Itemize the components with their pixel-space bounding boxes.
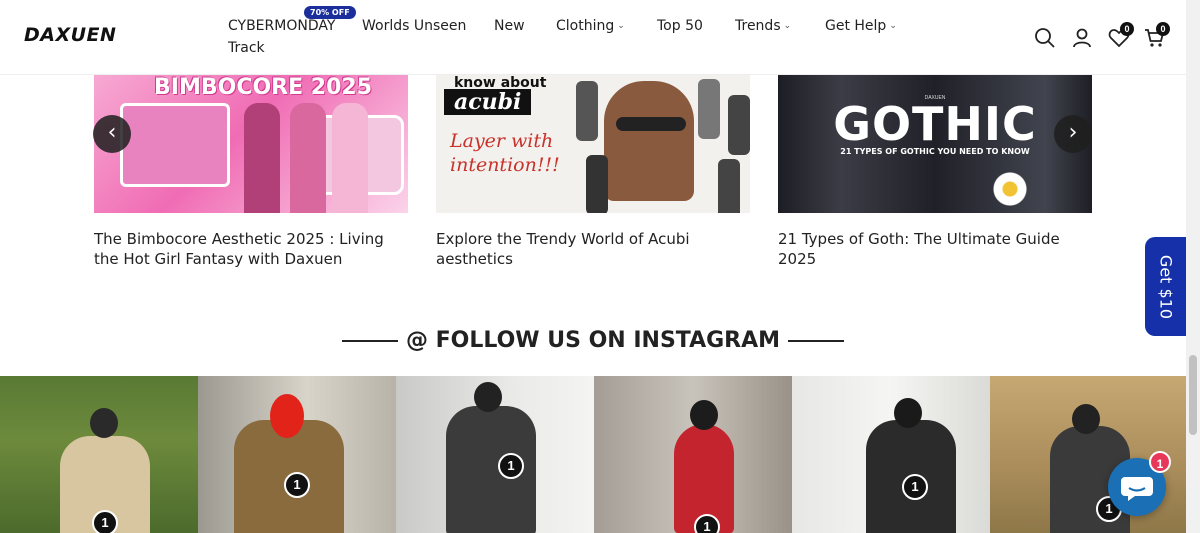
shop-pin[interactable]: 1 <box>902 474 928 500</box>
nav-top-50[interactable]: Top 50 <box>657 18 703 34</box>
nav-get-help[interactable]: Get Help ⌄ <box>825 18 897 34</box>
nav-cybermonday[interactable]: CYBERMONDAY <box>228 18 335 34</box>
blog-title[interactable]: Explore the Trendy World of Acubi aesthe… <box>436 229 750 269</box>
blog-title[interactable]: 21 Types of Goth: The Ultimate Guide 202… <box>778 229 1092 269</box>
nav-trends[interactable]: Trends ⌄ <box>735 18 791 34</box>
shop-pin[interactable]: 1 <box>694 514 720 533</box>
site-header: DAXUEN 70% OFF CYBERMONDAY Worlds Unseen… <box>0 0 1186 75</box>
shop-pin[interactable]: 1 <box>92 510 118 533</box>
sale-badge: 70% OFF <box>304 6 356 19</box>
cart-count: 0 <box>1156 22 1170 36</box>
blog-card[interactable]: BIMBOCORE 2025 The Bimbocore Aesthetic 2… <box>94 75 408 269</box>
shop-pin[interactable]: 1 <box>498 453 524 479</box>
nav-new[interactable]: New <box>494 18 525 34</box>
blog-image-bimbocore[interactable]: BIMBOCORE 2025 <box>94 75 408 213</box>
nav-clothing[interactable]: Clothing ⌄ <box>556 18 625 34</box>
blog-image-gothic[interactable]: DAXUEN GOTHIC 21 TYPES OF GOTHIC YOU NEE… <box>778 75 1092 213</box>
chevron-down-icon: ⌄ <box>889 21 897 31</box>
chevron-down-icon: ⌄ <box>617 21 625 31</box>
chat-unread-badge: 1 <box>1149 451 1171 473</box>
divider <box>788 340 844 342</box>
blog-card[interactable]: DAXUEN GOTHIC 21 TYPES OF GOTHIC YOU NEE… <box>778 75 1092 269</box>
blog-card[interactable]: know about acubi Layer with intention!!! … <box>436 75 750 269</box>
blog-title[interactable]: The Bimbocore Aesthetic 2025 : Living th… <box>94 229 408 269</box>
scrollbar-thumb[interactable] <box>1189 355 1197 435</box>
blog-image-acubi[interactable]: know about acubi Layer with intention!!! <box>436 75 750 213</box>
carousel-next-button[interactable]: › <box>1054 115 1092 153</box>
get-10-promo-tab[interactable]: Get $10 <box>1145 237 1186 336</box>
instagram-tile[interactable]: 1 <box>792 376 990 533</box>
carousel-prev-button[interactable]: ‹ <box>93 115 131 153</box>
chevron-left-icon: ‹ <box>107 120 117 145</box>
account-icon[interactable] <box>1070 26 1094 50</box>
nav-track[interactable]: Track <box>228 40 265 56</box>
page-scrollbar[interactable] <box>1186 0 1200 533</box>
instagram-heading: @ FOLLOW US ON INSTAGRAM <box>405 328 781 353</box>
nav-worlds-unseen[interactable]: Worlds Unseen <box>362 18 466 34</box>
shop-pin[interactable]: 1 <box>284 472 310 498</box>
chevron-right-icon: › <box>1068 120 1078 145</box>
search-icon[interactable] <box>1033 26 1057 50</box>
chevron-down-icon: ⌄ <box>783 21 792 31</box>
instagram-tile[interactable]: 1 <box>198 376 396 533</box>
instagram-tile[interactable]: 1 <box>594 376 792 533</box>
instagram-tile[interactable]: 1 <box>396 376 594 533</box>
instagram-tile[interactable]: 1 <box>0 376 198 533</box>
logo[interactable]: DAXUEN <box>24 24 116 46</box>
wishlist-count: 0 <box>1120 22 1134 36</box>
